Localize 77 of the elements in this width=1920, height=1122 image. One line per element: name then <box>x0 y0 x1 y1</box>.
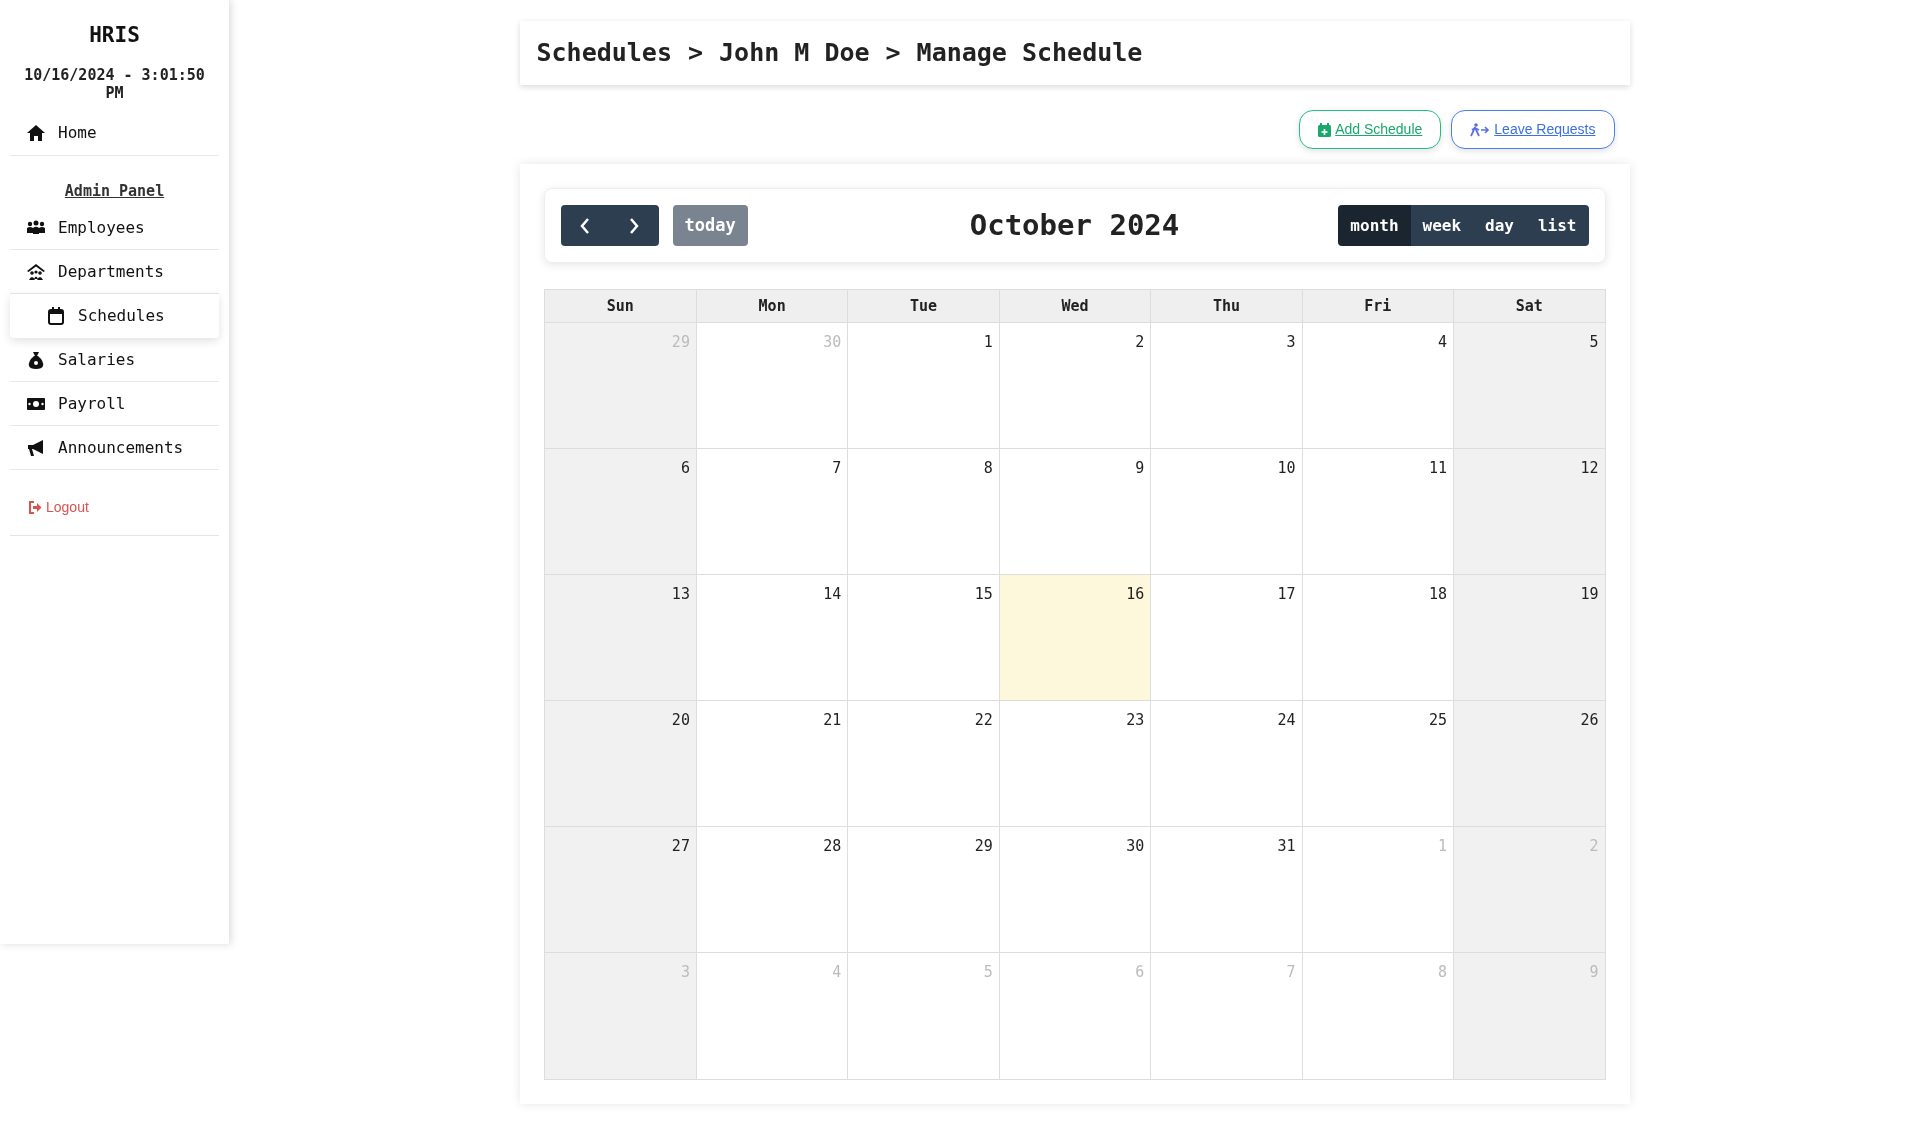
calendar-title: October 2024 <box>969 206 1180 244</box>
today-button[interactable]: today <box>672 205 748 246</box>
sidebar-item[interactable]: Employees <box>10 206 219 250</box>
chevron-right-icon <box>628 216 640 235</box>
calendar-icon <box>46 306 66 326</box>
sidebar-item[interactable]: Schedules <box>10 294 219 338</box>
day-number: 5 <box>983 962 993 983</box>
calendar-plus-icon <box>1318 122 1332 137</box>
day-number: 1 <box>983 332 993 353</box>
chevron-left-icon <box>579 216 591 235</box>
money-bag-icon <box>26 349 46 370</box>
weekday-header: Fri <box>1301 290 1454 323</box>
weekday-header: Tue <box>847 290 999 323</box>
section-heading: Admin Panel <box>63 180 166 202</box>
megaphone-icon <box>26 437 46 458</box>
day-number: 13 <box>671 584 690 605</box>
date-time: 10/16/2024 - 3:01:50 PM <box>23 65 206 102</box>
day-number: 21 <box>823 710 842 731</box>
view-tab[interactable]: week <box>1410 205 1474 246</box>
weekday-header: Thu <box>1150 290 1302 323</box>
day-number: 2 <box>1135 332 1145 353</box>
day-number: 31 <box>1277 836 1296 857</box>
home-icon <box>26 123 46 143</box>
day-number: 3 <box>1286 332 1296 353</box>
day-number: 14 <box>823 584 842 605</box>
day-number: 29 <box>974 836 993 857</box>
day-number: 4 <box>1438 332 1448 353</box>
day-number: 20 <box>671 710 690 731</box>
day-number: 16 <box>1126 584 1145 605</box>
breadcrumb-link[interactable]: John M Doe <box>719 34 870 72</box>
day-number: 8 <box>1438 962 1448 983</box>
app-title: HRIS <box>88 22 141 49</box>
breadcrumb-link[interactable]: Schedules <box>536 34 672 72</box>
leave-requests-button[interactable]: Leave Requests <box>1451 110 1615 149</box>
day-number: 7 <box>1286 962 1296 983</box>
day-number: 15 <box>974 584 993 605</box>
building-people-icon <box>26 261 46 282</box>
day-number: 10 <box>1277 458 1296 479</box>
day-number: 17 <box>1277 584 1296 605</box>
logout-link[interactable]: Logout <box>10 480 219 536</box>
weekday-header: Wed <box>998 290 1151 323</box>
day-number: 4 <box>832 962 842 983</box>
day-number: 19 <box>1580 584 1599 605</box>
day-number: 9 <box>1135 458 1145 479</box>
day-number: 6 <box>1135 962 1145 983</box>
weekday-header: Sun <box>544 290 696 323</box>
day-number: 11 <box>1429 458 1448 479</box>
day-number: 30 <box>1126 836 1145 857</box>
breadcrumb-separator: > <box>687 37 704 70</box>
sidebar-item[interactable]: Payroll <box>10 382 219 426</box>
sidebar-item[interactable]: Home <box>10 111 219 156</box>
day-number: 12 <box>1580 458 1599 479</box>
view-tab[interactable]: day <box>1473 205 1526 246</box>
day-number: 18 <box>1429 584 1448 605</box>
view-tab[interactable]: month <box>1338 205 1411 246</box>
weekday-header: Mon <box>695 290 848 323</box>
day-number: 1 <box>1438 836 1448 857</box>
day-number: 23 <box>1126 710 1145 731</box>
day-number: 24 <box>1277 710 1296 731</box>
sidebar-item[interactable]: Salaries <box>10 338 219 382</box>
day-number: 30 <box>823 332 842 353</box>
weekday-header: Sat <box>1453 290 1605 323</box>
day-number: 7 <box>832 458 842 479</box>
day-number: 22 <box>974 710 993 731</box>
day-number: 28 <box>823 836 842 857</box>
walking-person-icon <box>1470 122 1491 137</box>
day-number: 27 <box>671 836 690 857</box>
day-number: 26 <box>1580 710 1599 731</box>
view-tab[interactable]: list <box>1525 205 1589 246</box>
day-number: 6 <box>680 458 690 479</box>
logout-icon <box>28 501 42 514</box>
day-number: 8 <box>983 458 993 479</box>
day-number: 5 <box>1589 332 1599 353</box>
breadcrumb-separator: > <box>885 37 901 70</box>
sidebar-item[interactable]: Announcements <box>10 426 219 470</box>
breadcrumb-current: Manage Schedule <box>916 37 1143 70</box>
day-number: 25 <box>1429 710 1448 731</box>
